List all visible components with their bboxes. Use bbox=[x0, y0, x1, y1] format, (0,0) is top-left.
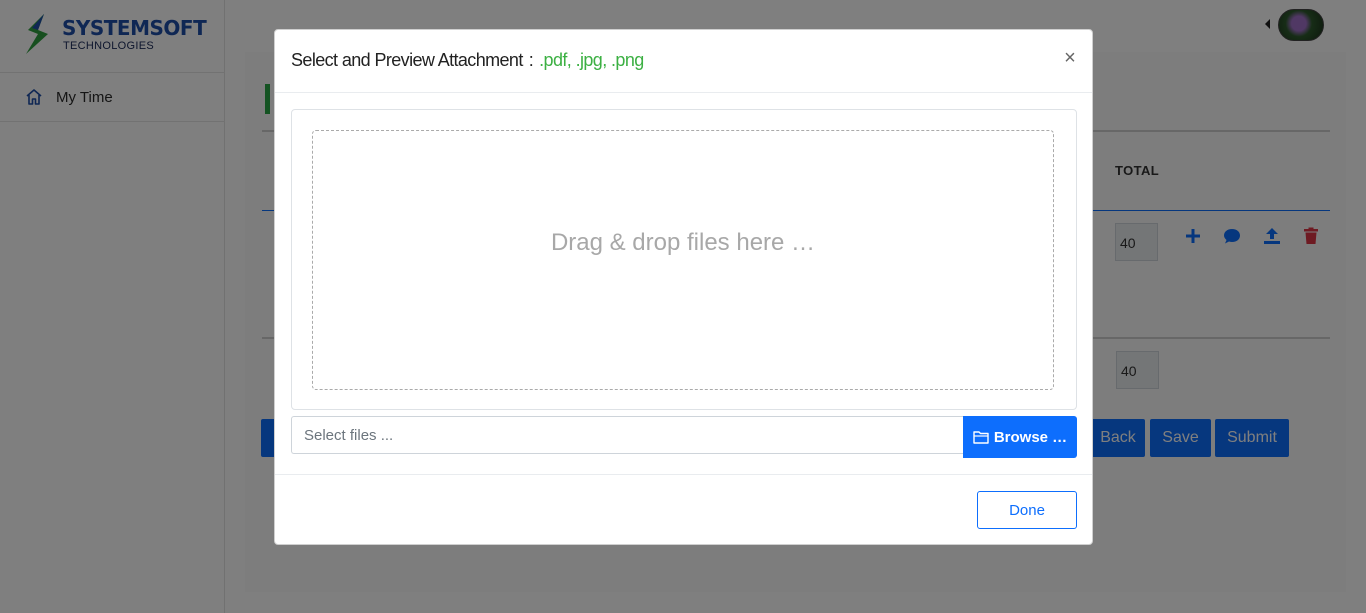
file-caption-input[interactable]: Select files ... bbox=[291, 416, 965, 454]
browse-button[interactable]: Browse … bbox=[963, 416, 1077, 458]
modal-header: Select and Preview Attachment: .pdf, .jpg… bbox=[275, 30, 1092, 93]
modal-footer-divider bbox=[275, 474, 1092, 475]
done-button[interactable]: Done bbox=[977, 491, 1077, 529]
browse-label: Browse … bbox=[993, 428, 1068, 446]
folder-icon bbox=[973, 431, 989, 444]
drop-zone-text: Drag & drop files here … bbox=[550, 229, 816, 256]
modal-title-text: Select and Preview Attachment bbox=[291, 50, 523, 70]
attachment-modal: Select and Preview Attachment: .pdf, .jpg… bbox=[274, 29, 1093, 545]
title-separator: : bbox=[528, 50, 534, 70]
close-button[interactable]: × bbox=[1059, 47, 1081, 69]
allowed-formats: .pdf, .jpg, .png bbox=[539, 50, 644, 70]
file-preview-panel: Drag & drop files here … bbox=[291, 109, 1077, 410]
modal-title: Select and Preview Attachment: .pdf, .jpg… bbox=[291, 50, 644, 71]
drop-zone[interactable]: Drag & drop files here … bbox=[312, 130, 1054, 390]
